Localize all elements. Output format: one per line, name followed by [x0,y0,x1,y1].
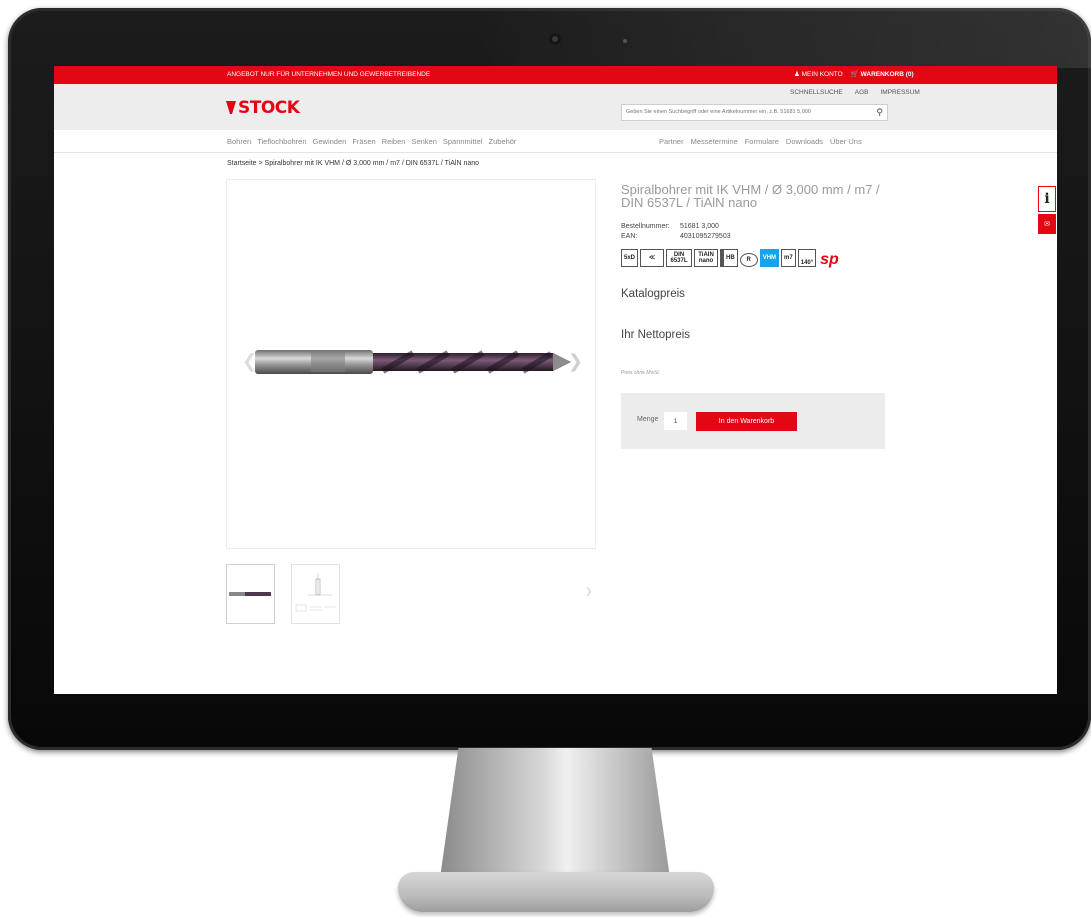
share-icon[interactable]: ✉ [1038,214,1056,234]
monitor-stand-base [398,872,714,912]
drill-image [255,350,571,374]
nav-item-spannmittel[interactable]: Spannmittel [443,137,483,146]
user-icon: ♟ [794,71,800,78]
sp-logo: sp [820,251,839,268]
agb-link[interactable]: AGB [855,89,869,96]
header: STOCK SCHNELLSUCHE AGB IMPRESSUM ⚲ [54,84,1057,130]
product-title: Spiralbohrer mit IK VHM / Ø 3,000 mm / m… [621,182,880,210]
header-links: SCHNELLSUCHE AGB IMPRESSUM [790,89,920,96]
quicksearch-link[interactable]: SCHNELLSUCHE [790,89,843,96]
cart-icon: 🛒 [850,71,859,78]
bezel-glare [470,8,1091,68]
search-input[interactable] [622,105,870,118]
drill-thumbnail-image [229,592,271,596]
nav-item-downloads[interactable]: Downloads [786,137,823,146]
camera [549,33,561,45]
logo-mark-icon [226,101,236,114]
nav-item-zubehoer[interactable]: Zubehör [488,137,516,146]
thumbnail-strip [226,564,340,624]
b2b-notice: ANGEBOT NUR FÜR UNTERNEHMEN UND GEWERBET… [227,71,431,78]
badge-r: R [739,253,758,267]
main-nav: Bohren Tieflochbohren Gewinden Fräsen Re… [54,130,1057,153]
nav-info: Partner Messetermine Formulare Downloads… [659,137,862,146]
ean-value: 4031095279503 [680,233,731,240]
nav-item-fraesen[interactable]: Fräsen [352,137,375,146]
thumbnail-drawing[interactable] [291,564,340,624]
technical-drawing-image [295,573,336,612]
breadcrumb[interactable]: Startseite > Spiralbohrer mit IK VHM / Ø… [227,160,479,167]
badge-din: DIN 6537L [666,249,693,267]
ean-label: EAN: [621,233,638,240]
stock-logo[interactable]: STOCK [226,98,300,118]
add-to-cart-button[interactable]: In den Warenkorb [696,412,797,431]
impressum-link[interactable]: IMPRESSUM [880,89,919,96]
account-links: ♟ MEIN KONTO 🛒 WARENKORB (0) [794,70,914,78]
monitor-stand-neck [440,748,670,878]
top-bar: ANGEBOT NUR FÜR UNTERNEHMEN UND GEWERBET… [54,66,1057,84]
badge-5xd: 5xD [621,249,639,267]
nav-item-messetermine[interactable]: Messetermine [691,137,738,146]
nav-item-gewinden[interactable]: Gewinden [313,137,347,146]
vat-note: Preis ohne MwSt. [621,370,661,376]
quantity-label: Menge [637,416,659,423]
info-icon[interactable]: i [1038,186,1056,212]
nav-item-tieflochbohren[interactable]: Tieflochbohren [257,137,306,146]
badge-tialn: TiAlN nano [694,249,719,267]
order-number-value: 51681 3,000 [680,223,719,230]
order-number-label: Bestellnummer: [621,223,670,230]
thumbnail-next-icon[interactable]: ❯ [585,586,593,597]
nav-categories: Bohren Tieflochbohren Gewinden Fräsen Re… [227,137,516,146]
nav-item-partner[interactable]: Partner [659,137,684,146]
nav-item-ueber-uns[interactable]: Über Uns [830,137,862,146]
feature-badges: 5xD ≪ DIN 6537L TiAlN nano HB R VHM m7 1… [621,249,839,268]
badge-vhm: VHM [759,249,780,267]
screen: ANGEBOT NUR FÜR UNTERNEHMEN UND GEWERBET… [54,66,1057,694]
nav-item-formulare[interactable]: Formulare [745,137,779,146]
product-meta: Bestellnummer: 51681 3,000 EAN: 4031095279… [621,222,731,242]
cart-link[interactable]: 🛒 WARENKORB (0) [851,70,914,78]
nav-item-reiben[interactable]: Reiben [382,137,406,146]
camera-sensor [623,39,627,43]
search-icon[interactable]: ⚲ [876,107,883,117]
drill-shape-icon: ≪ [640,249,665,267]
my-account-link[interactable]: ♟ MEIN KONTO [794,70,843,78]
catalog-price-label: Katalogpreis [621,288,685,300]
quantity-input[interactable] [664,412,687,430]
add-to-cart-panel: Menge In den Warenkorb [621,393,885,449]
nav-item-senken[interactable]: Senken [411,137,436,146]
badge-hb: HB [720,249,738,267]
thumbnail-drill[interactable] [226,564,275,624]
net-price-label: Ihr Nettopreis [621,329,691,341]
badge-m7: m7 [781,249,796,267]
badge-angle: 140° [797,249,817,267]
nav-item-bohren[interactable]: Bohren [227,137,251,146]
search-box: ⚲ [621,104,888,121]
